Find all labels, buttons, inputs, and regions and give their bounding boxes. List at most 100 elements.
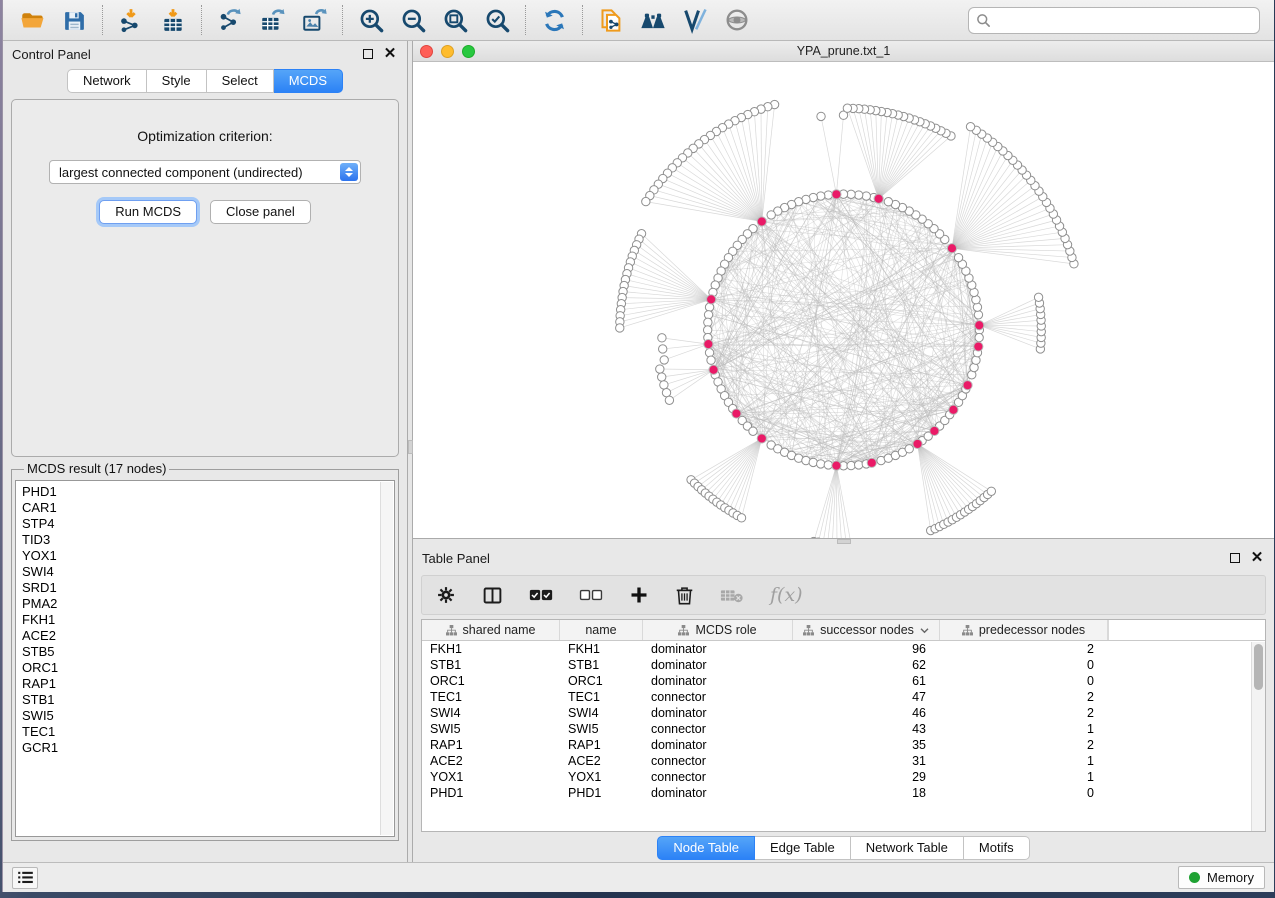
mcds-node[interactable] [832, 461, 841, 470]
tab-network[interactable]: Network [67, 69, 147, 93]
network-node[interactable] [705, 349, 713, 357]
result-node-item[interactable]: SWI4 [22, 564, 388, 580]
mcds-node[interactable] [732, 409, 741, 418]
task-history-button[interactable] [12, 867, 38, 889]
table-row[interactable]: YOX1YOX1connector291 [422, 769, 1265, 785]
network-node[interactable] [973, 303, 981, 311]
network-leaf-node[interactable] [658, 373, 666, 381]
table-tab-motifs[interactable]: Motifs [964, 836, 1030, 860]
search-network-button[interactable] [632, 3, 674, 37]
table-row[interactable]: SWI4SWI4dominator462 [422, 705, 1265, 721]
network-node[interactable] [854, 461, 862, 469]
result-node-item[interactable]: TEC1 [22, 724, 388, 740]
network-window-titlebar[interactable]: YPA_prune.txt_1 [413, 41, 1274, 62]
network-node[interactable] [817, 460, 825, 468]
deselect-all-columns-button[interactable] [579, 587, 603, 603]
result-node-item[interactable]: YOX1 [22, 548, 388, 564]
result-node-item[interactable]: STP4 [22, 516, 388, 532]
select-all-columns-button[interactable] [529, 587, 553, 603]
result-node-item[interactable]: STB1 [22, 692, 388, 708]
network-leaf-node[interactable] [659, 345, 667, 353]
result-node-item[interactable]: ACE2 [22, 628, 388, 644]
table-tab-node-table[interactable]: Node Table [657, 836, 755, 860]
network-node[interactable] [809, 458, 817, 466]
mcds-node[interactable] [709, 365, 718, 374]
criterion-dropdown[interactable]: largest connected component (undirected) [49, 160, 361, 184]
network-leaf-node[interactable] [660, 356, 668, 364]
network-node[interactable] [749, 427, 757, 435]
float-panel-button[interactable] [1227, 550, 1243, 566]
table-row[interactable]: ORC1ORC1dominator610 [422, 673, 1265, 689]
result-node-item[interactable]: CAR1 [22, 500, 388, 516]
close-panel-button[interactable]: ✕ [382, 46, 398, 62]
clone-network-button[interactable] [590, 3, 632, 37]
network-leaf-node[interactable] [658, 334, 666, 342]
network-node[interactable] [847, 461, 855, 469]
table-row[interactable]: PHD1PHD1dominator180 [422, 785, 1265, 801]
memory-button[interactable]: Memory [1178, 866, 1265, 889]
search-input[interactable] [968, 7, 1260, 34]
table-tab-network-table[interactable]: Network Table [851, 836, 964, 860]
network-node[interactable] [767, 211, 775, 219]
float-panel-button[interactable] [360, 46, 376, 62]
scrollbar-thumb[interactable] [1254, 644, 1263, 690]
network-node[interactable] [817, 192, 825, 200]
network-node[interactable] [704, 311, 712, 319]
mcds-node[interactable] [874, 194, 883, 203]
result-node-item[interactable]: TID3 [22, 532, 388, 548]
column-mode-button[interactable] [482, 585, 503, 606]
network-node[interactable] [824, 461, 832, 469]
zoom-out-button[interactable] [392, 3, 434, 37]
apply-layout-button[interactable] [533, 3, 575, 37]
network-leaf-node[interactable] [656, 365, 664, 373]
table-row[interactable]: TEC1TEC1connector472 [422, 689, 1265, 705]
network-node[interactable] [707, 356, 715, 364]
network-leaf-node[interactable] [987, 487, 995, 495]
mcds-node[interactable] [963, 381, 972, 390]
network-node[interactable] [862, 192, 870, 200]
network-leaf-node[interactable] [737, 514, 745, 522]
network-leaf-node[interactable] [966, 123, 974, 131]
toggle-visibility-button[interactable] [716, 3, 758, 37]
result-list-scrollbar[interactable] [380, 482, 393, 835]
export-table-button[interactable] [251, 3, 293, 37]
network-leaf-node[interactable] [843, 104, 851, 112]
export-network-button[interactable] [209, 3, 251, 37]
export-image-button[interactable] [293, 3, 335, 37]
network-node[interactable] [954, 253, 962, 261]
result-node-item[interactable]: RAP1 [22, 676, 388, 692]
mcds-node[interactable] [757, 434, 766, 443]
network-node[interactable] [974, 311, 982, 319]
mcds-node[interactable] [975, 321, 984, 330]
network-leaf-node[interactable] [660, 381, 668, 389]
mcds-node[interactable] [867, 458, 876, 467]
mcds-node[interactable] [974, 342, 983, 351]
zoom-fit-button[interactable] [434, 3, 476, 37]
network-node[interactable] [972, 356, 980, 364]
column-header-successor-nodes[interactable]: successor nodes [793, 620, 940, 640]
table-row[interactable]: SWI5SWI5connector431 [422, 721, 1265, 737]
mcds-node[interactable] [913, 439, 922, 448]
import-network-button[interactable] [110, 3, 152, 37]
zoom-selected-button[interactable] [476, 3, 518, 37]
save-button[interactable] [53, 3, 95, 37]
mcds-node[interactable] [949, 405, 958, 414]
table-row[interactable]: STB1STB1dominator620 [422, 657, 1265, 673]
network-leaf-node[interactable] [642, 197, 650, 205]
zoom-in-button[interactable] [350, 3, 392, 37]
column-header-shared-name[interactable]: shared name [422, 620, 560, 640]
network-leaf-node[interactable] [1034, 293, 1042, 301]
network-node[interactable] [884, 198, 892, 206]
result-node-item[interactable]: SWI5 [22, 708, 388, 724]
result-node-item[interactable]: STB5 [22, 644, 388, 660]
mcds-node[interactable] [930, 426, 939, 435]
mcds-result-list[interactable]: PHD1CAR1STP4TID3YOX1SWI4SRD1PMA2FKH1ACE2… [15, 480, 395, 837]
result-node-item[interactable]: PHD1 [22, 484, 388, 500]
mcds-node[interactable] [704, 340, 713, 349]
result-node-item[interactable]: FKH1 [22, 612, 388, 628]
column-header-name[interactable]: name [560, 620, 643, 640]
horizontal-splitter[interactable] [413, 539, 1274, 545]
run-mcds-button[interactable]: Run MCDS [99, 200, 197, 224]
delete-column-button[interactable] [675, 585, 694, 606]
tab-select[interactable]: Select [207, 69, 274, 93]
